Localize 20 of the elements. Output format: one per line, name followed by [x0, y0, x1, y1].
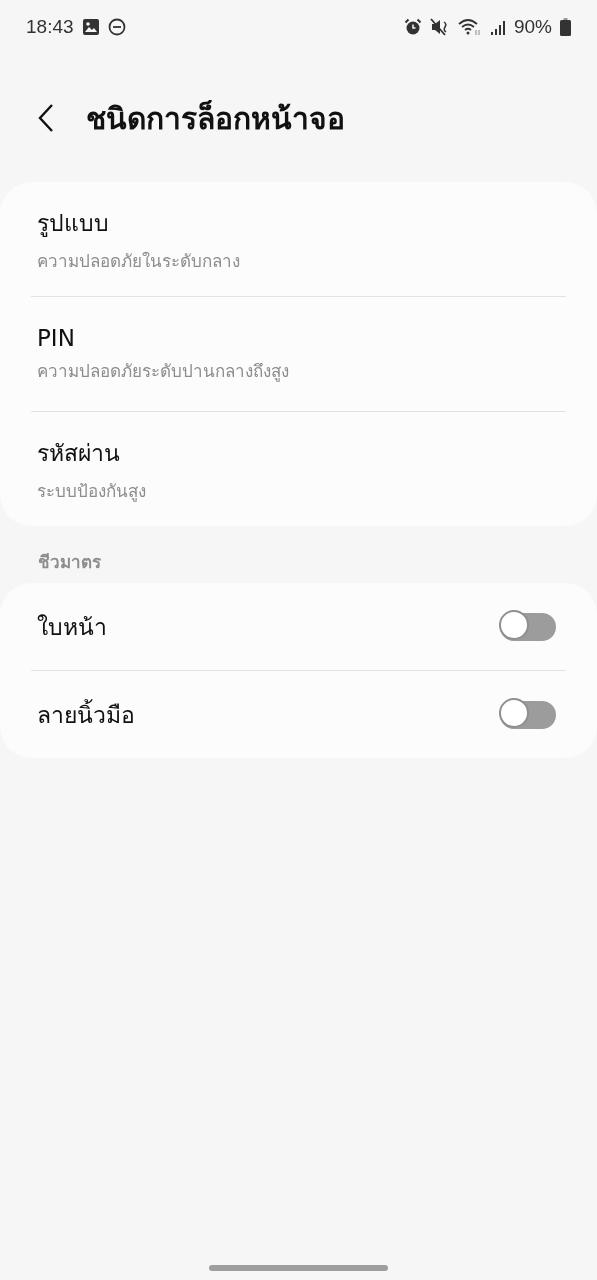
option-title[interactable]: ลายนิ้วมือ: [37, 696, 135, 733]
section-heading: ชีวมาตร: [37, 551, 102, 574]
option-title[interactable]: PIN: [37, 324, 289, 351]
image-icon: [81, 18, 100, 36]
do-not-disturb-icon: [107, 18, 126, 36]
page-title: ชนิดการล็อกหน้าจอ: [86, 99, 345, 138]
option-description: ความปลอดภัยในระดับกลาง: [37, 249, 240, 273]
option-title[interactable]: รูปแบบ: [37, 204, 240, 241]
signal-icon: [489, 18, 506, 36]
option-description: ความปลอดภัยระดับปานกลางถึงสูง: [37, 359, 289, 384]
toggle-switch[interactable]: [500, 612, 556, 641]
battery-percentage: 90%: [513, 16, 552, 38]
toggle-switch[interactable]: [500, 700, 556, 729]
status-time: 18:43: [26, 16, 74, 38]
option-title[interactable]: ใบหน้า: [37, 608, 107, 645]
battery-icon: [560, 18, 571, 36]
wifi-icon: [457, 18, 482, 36]
alarm-icon: [403, 18, 422, 36]
option-description: ระบบป้องกันสูง: [37, 479, 146, 504]
option-title[interactable]: รหัสผ่าน: [37, 434, 146, 471]
